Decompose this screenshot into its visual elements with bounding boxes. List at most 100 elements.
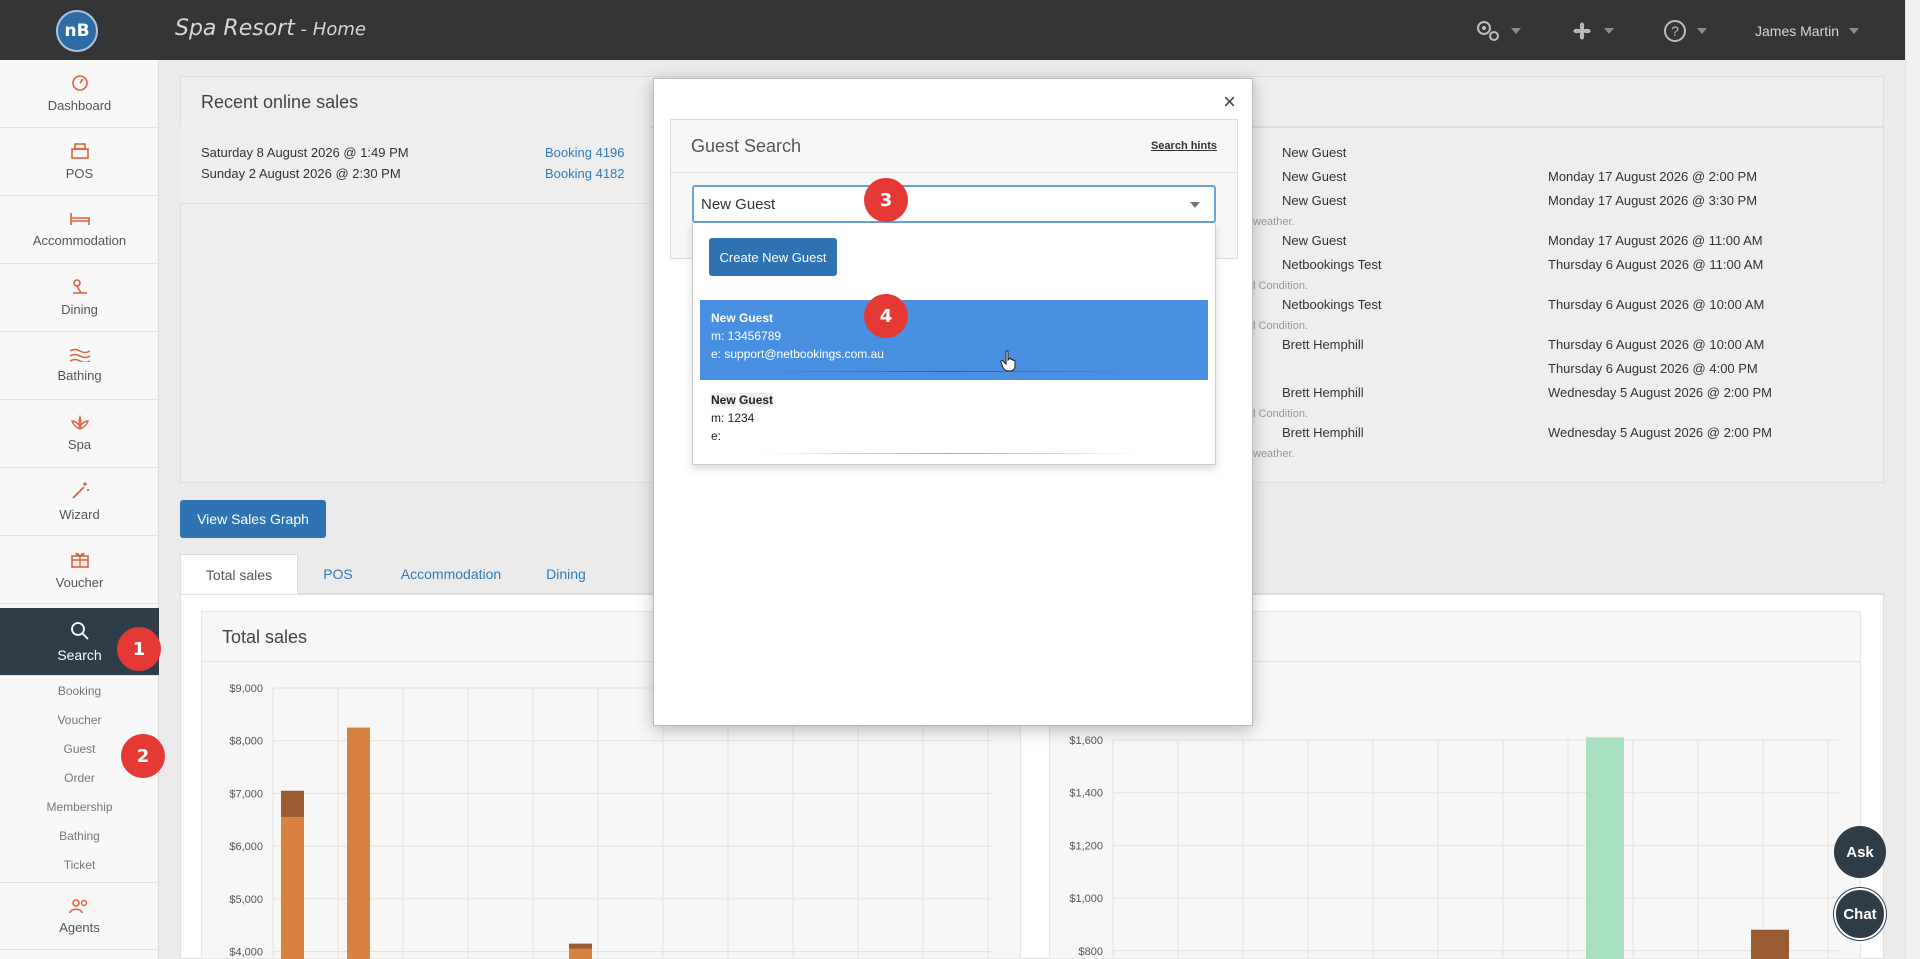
magic-wand-icon: [71, 482, 89, 499]
guest-result-item[interactable]: New Guest m: 13456789 e: support@netbook…: [700, 300, 1208, 380]
chevron-down-icon: [1604, 28, 1614, 34]
sale-date: Saturday 8 August 2026 @ 1:49 PM: [201, 145, 409, 160]
sidebar-item-accommodation[interactable]: Accommodation: [0, 196, 159, 264]
help-menu[interactable]: ?: [1663, 17, 1707, 45]
search-sub-voucher[interactable]: Voucher: [0, 713, 159, 727]
guest-name: Brett Hemphill: [1282, 385, 1364, 400]
y-tick-label: $1,600: [1069, 735, 1103, 747]
guest-result-email: e:: [711, 429, 722, 443]
ask-button[interactable]: Ask: [1834, 826, 1886, 878]
y-tick-label: $5,000: [229, 894, 263, 906]
water-icon: [69, 348, 90, 362]
y-tick-label: $9,000: [229, 683, 263, 695]
bar: [569, 948, 592, 959]
booking-date: Thursday 6 August 2026 @ 10:00 AM: [1548, 297, 1765, 312]
booking-link[interactable]: Booking 4196: [545, 145, 625, 160]
chat-button[interactable]: Chat: [1834, 888, 1886, 940]
search-sub-booking[interactable]: Booking: [0, 684, 159, 698]
sidebar-item-voucher[interactable]: Voucher: [0, 536, 159, 604]
booking-date: Monday 17 August 2026 @ 3:30 PM: [1548, 193, 1758, 208]
guest-name: New Guest: [1282, 193, 1347, 208]
guest-select-value: New Guest: [701, 196, 776, 213]
search-icon: [70, 621, 89, 640]
guest-search-title: Guest Search: [691, 136, 802, 156]
sidebar-item-pos[interactable]: POS: [0, 128, 159, 196]
guest-name: Brett Hemphill: [1282, 337, 1364, 352]
booking-date: Thursday 6 August 2026 @ 4:00 PM: [1548, 361, 1758, 376]
divider: [760, 453, 1140, 454]
recent-sales-list: [180, 126, 650, 204]
bed-icon: [69, 213, 90, 225]
guest-result-item[interactable]: New Guest m: 1234 e:: [700, 382, 1208, 462]
note-text: l Condition.: [1253, 280, 1309, 292]
user-menu[interactable]: James Martin: [1755, 17, 1860, 45]
y-tick-label: $8,000: [229, 736, 263, 748]
guest-dropdown: Create New Guest New Guest m: 13456789 e…: [692, 223, 1216, 465]
page-title: Spa Resort - Home: [175, 16, 366, 41]
guest-select[interactable]: New Guest: [692, 185, 1216, 223]
tab-total-sales[interactable]: Total sales: [180, 554, 298, 595]
note-text: l Condition.: [1253, 408, 1309, 420]
settings-menu[interactable]: [1475, 17, 1521, 45]
booking-date: Wednesday 5 August 2026 @ 2:00 PM: [1548, 385, 1772, 400]
step-badge-2: 2: [121, 734, 165, 778]
search-hints-link[interactable]: Search hints: [1151, 140, 1217, 152]
guest-result-email: e: support@netbookings.com.au: [711, 347, 884, 361]
page-name: Home: [312, 19, 366, 40]
users-icon: [68, 898, 87, 913]
sidebar-item-bathing[interactable]: Bathing: [0, 332, 159, 400]
booking-date: Thursday 6 August 2026 @ 10:00 AM: [1548, 337, 1765, 352]
search-sub-bathing[interactable]: Bathing: [0, 829, 159, 843]
tools-menu[interactable]: [1570, 17, 1614, 45]
sidebar: Dashboard POS Accommodation Dining Bathi…: [0, 60, 159, 959]
search-sub-membership[interactable]: Membership: [0, 800, 159, 814]
app-logo[interactable]: nB: [56, 10, 98, 52]
sidebar-item-label: Dashboard: [47, 98, 112, 113]
y-tick-label: $1,000: [1069, 893, 1103, 905]
guest-search-modal: × Guest Search Search hints New Guest Cr…: [653, 78, 1253, 726]
booking-date: Wednesday 5 August 2026 @ 2:00 PM: [1548, 425, 1772, 440]
sidebar-item-label: Voucher: [55, 575, 104, 590]
sidebar-item-label: Agents: [59, 919, 100, 935]
guest-result-mobile: m: 13456789: [711, 329, 782, 343]
chevron-down-icon[interactable]: [1190, 202, 1200, 208]
booking-date: Thursday 6 August 2026 @ 11:00 AM: [1548, 257, 1764, 272]
gauge-icon: [71, 75, 88, 91]
tab-pos[interactable]: POS: [298, 554, 378, 595]
step-badge-3: 3: [864, 178, 908, 222]
close-icon[interactable]: ×: [1223, 89, 1236, 115]
tab-accommodation[interactable]: Accommodation: [378, 554, 524, 595]
create-new-guest-button[interactable]: Create New Guest: [709, 238, 837, 276]
guest-result-mobile: m: 1234: [711, 411, 755, 425]
sale-date: Sunday 2 August 2026 @ 2:30 PM: [201, 166, 401, 181]
sidebar-item-label: Wizard: [59, 507, 100, 522]
booking-date: Monday 17 August 2026 @ 2:00 PM: [1548, 169, 1758, 184]
chevron-down-icon: [1511, 28, 1521, 34]
sidebar-item-dining[interactable]: Dining: [0, 264, 159, 332]
sidebar-item-agents[interactable]: Agents: [0, 882, 159, 950]
note-text: weather.: [1253, 216, 1295, 228]
sidebar-item-spa[interactable]: Spa: [0, 400, 159, 468]
sidebar-item-dashboard[interactable]: Dashboard: [0, 60, 159, 128]
app-name: Spa Resort: [175, 16, 295, 41]
guest-result-name: New Guest: [711, 311, 774, 325]
sidebar-item-label: Accommodation: [32, 233, 127, 248]
gift-icon: [70, 552, 89, 568]
view-sales-graph-button[interactable]: View Sales Graph: [180, 500, 326, 538]
name-part: Guest: [739, 393, 774, 407]
booking-date: Monday 17 August 2026 @ 11:00 AM: [1548, 233, 1763, 248]
sidebar-item-wizard[interactable]: Wizard: [0, 468, 159, 536]
step-badge-4: 4: [864, 294, 908, 338]
note-text: l Condition.: [1253, 320, 1309, 332]
guest-name: Netbookings Test: [1282, 257, 1382, 272]
name-part: New: [711, 393, 736, 407]
dining-icon: [72, 279, 87, 294]
search-sub-ticket[interactable]: Ticket: [0, 858, 159, 872]
top-bar: nB Spa Resort - Home ? James Martin: [0, 0, 1905, 60]
page-scrollbar[interactable]: [1905, 0, 1920, 959]
booking-link[interactable]: Booking 4182: [545, 166, 625, 181]
bar: [281, 817, 304, 959]
tab-dining[interactable]: Dining: [524, 554, 608, 595]
user-name: James Martin: [1755, 23, 1840, 39]
sidebar-item-label: Bathing: [57, 368, 102, 383]
